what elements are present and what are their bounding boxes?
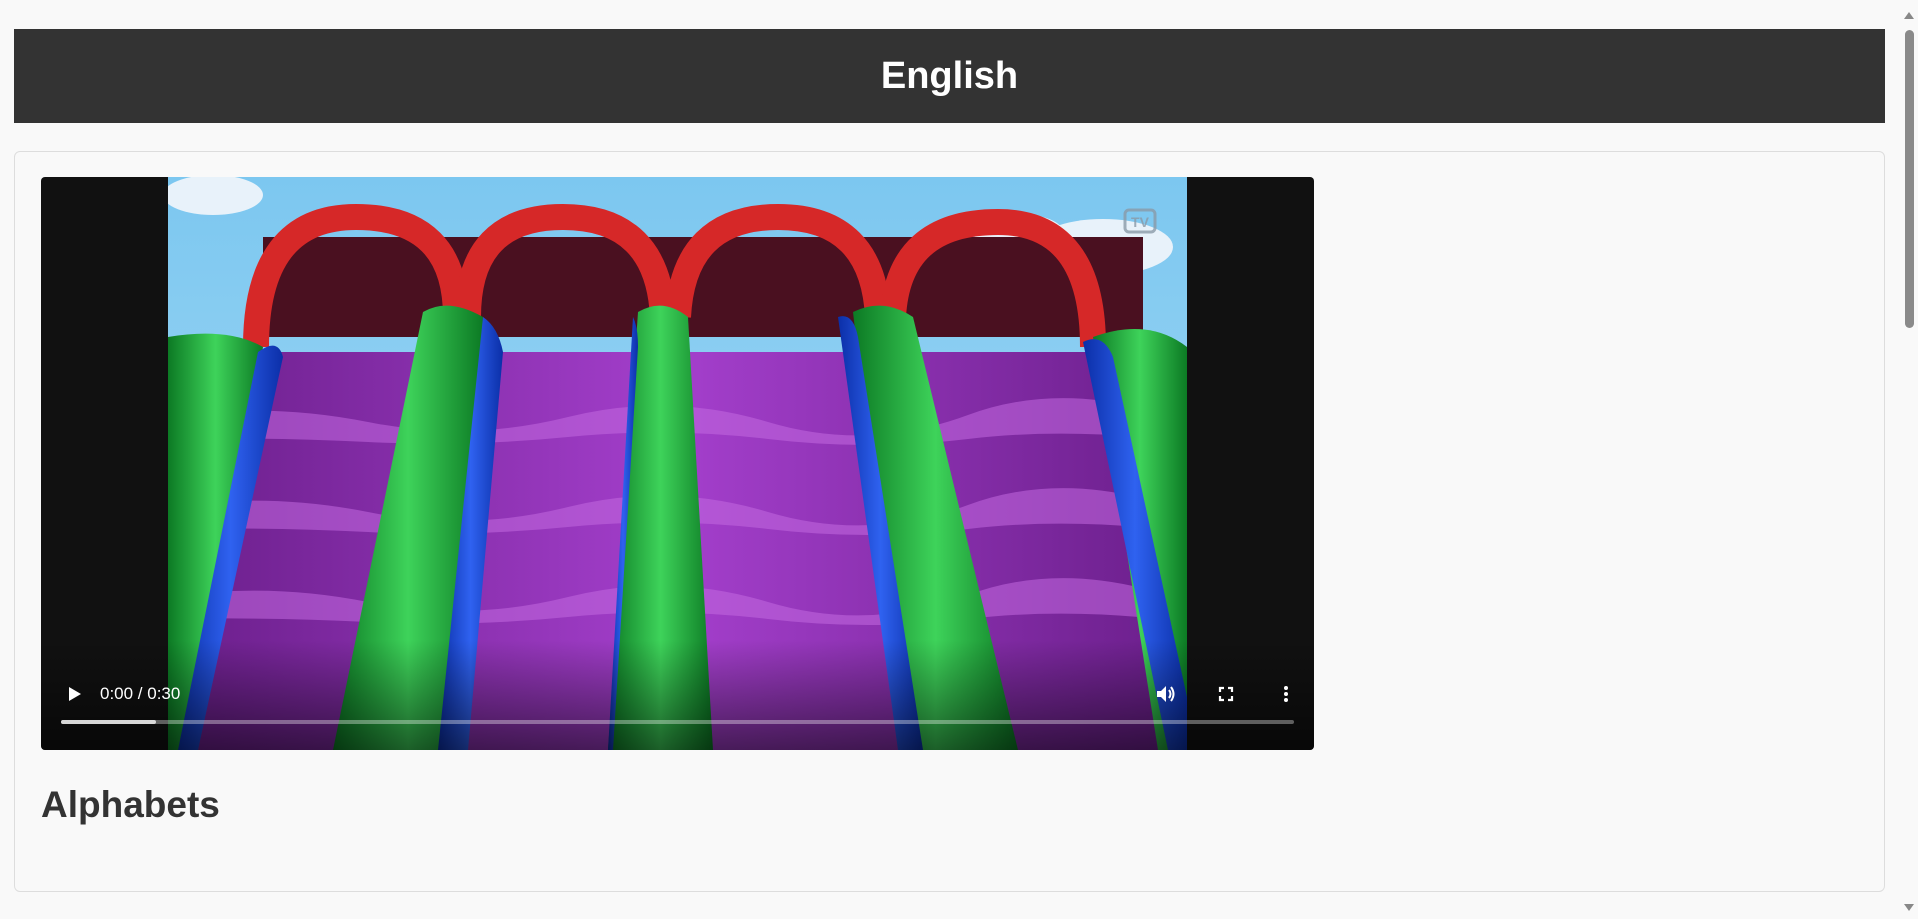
fullscreen-button[interactable] <box>1212 680 1240 708</box>
video-progress-bar[interactable] <box>61 720 1294 724</box>
video-controls-overlay <box>41 640 1314 750</box>
video-watermark: TV <box>1131 214 1150 230</box>
content-card: TV 0:00 / 0:30 Alphabets <box>14 151 1885 892</box>
time-display: 0:00 / 0:30 <box>100 684 181 703</box>
volume-icon <box>1157 686 1175 702</box>
scroll-down-arrow-icon[interactable] <box>1904 904 1914 911</box>
vertical-scrollbar[interactable] <box>1900 0 1918 919</box>
more-options-icon <box>1284 686 1288 702</box>
volume-button[interactable] <box>1152 680 1180 708</box>
scroll-up-arrow-icon[interactable] <box>1904 12 1914 19</box>
video-buffered-fill <box>61 720 156 724</box>
scroll-thumb[interactable] <box>1905 30 1914 328</box>
video-player[interactable]: TV 0:00 / 0:30 <box>41 177 1314 750</box>
more-options-button[interactable] <box>1272 680 1300 708</box>
page: English TV 0:00 / 0:30 Alphabets <box>0 0 1900 919</box>
play-button[interactable] <box>61 681 87 707</box>
play-icon <box>69 687 81 701</box>
fullscreen-icon <box>1218 686 1234 702</box>
section-title: Alphabets <box>41 784 220 825</box>
page-header: English <box>14 29 1885 123</box>
page-title: English <box>880 54 1019 97</box>
